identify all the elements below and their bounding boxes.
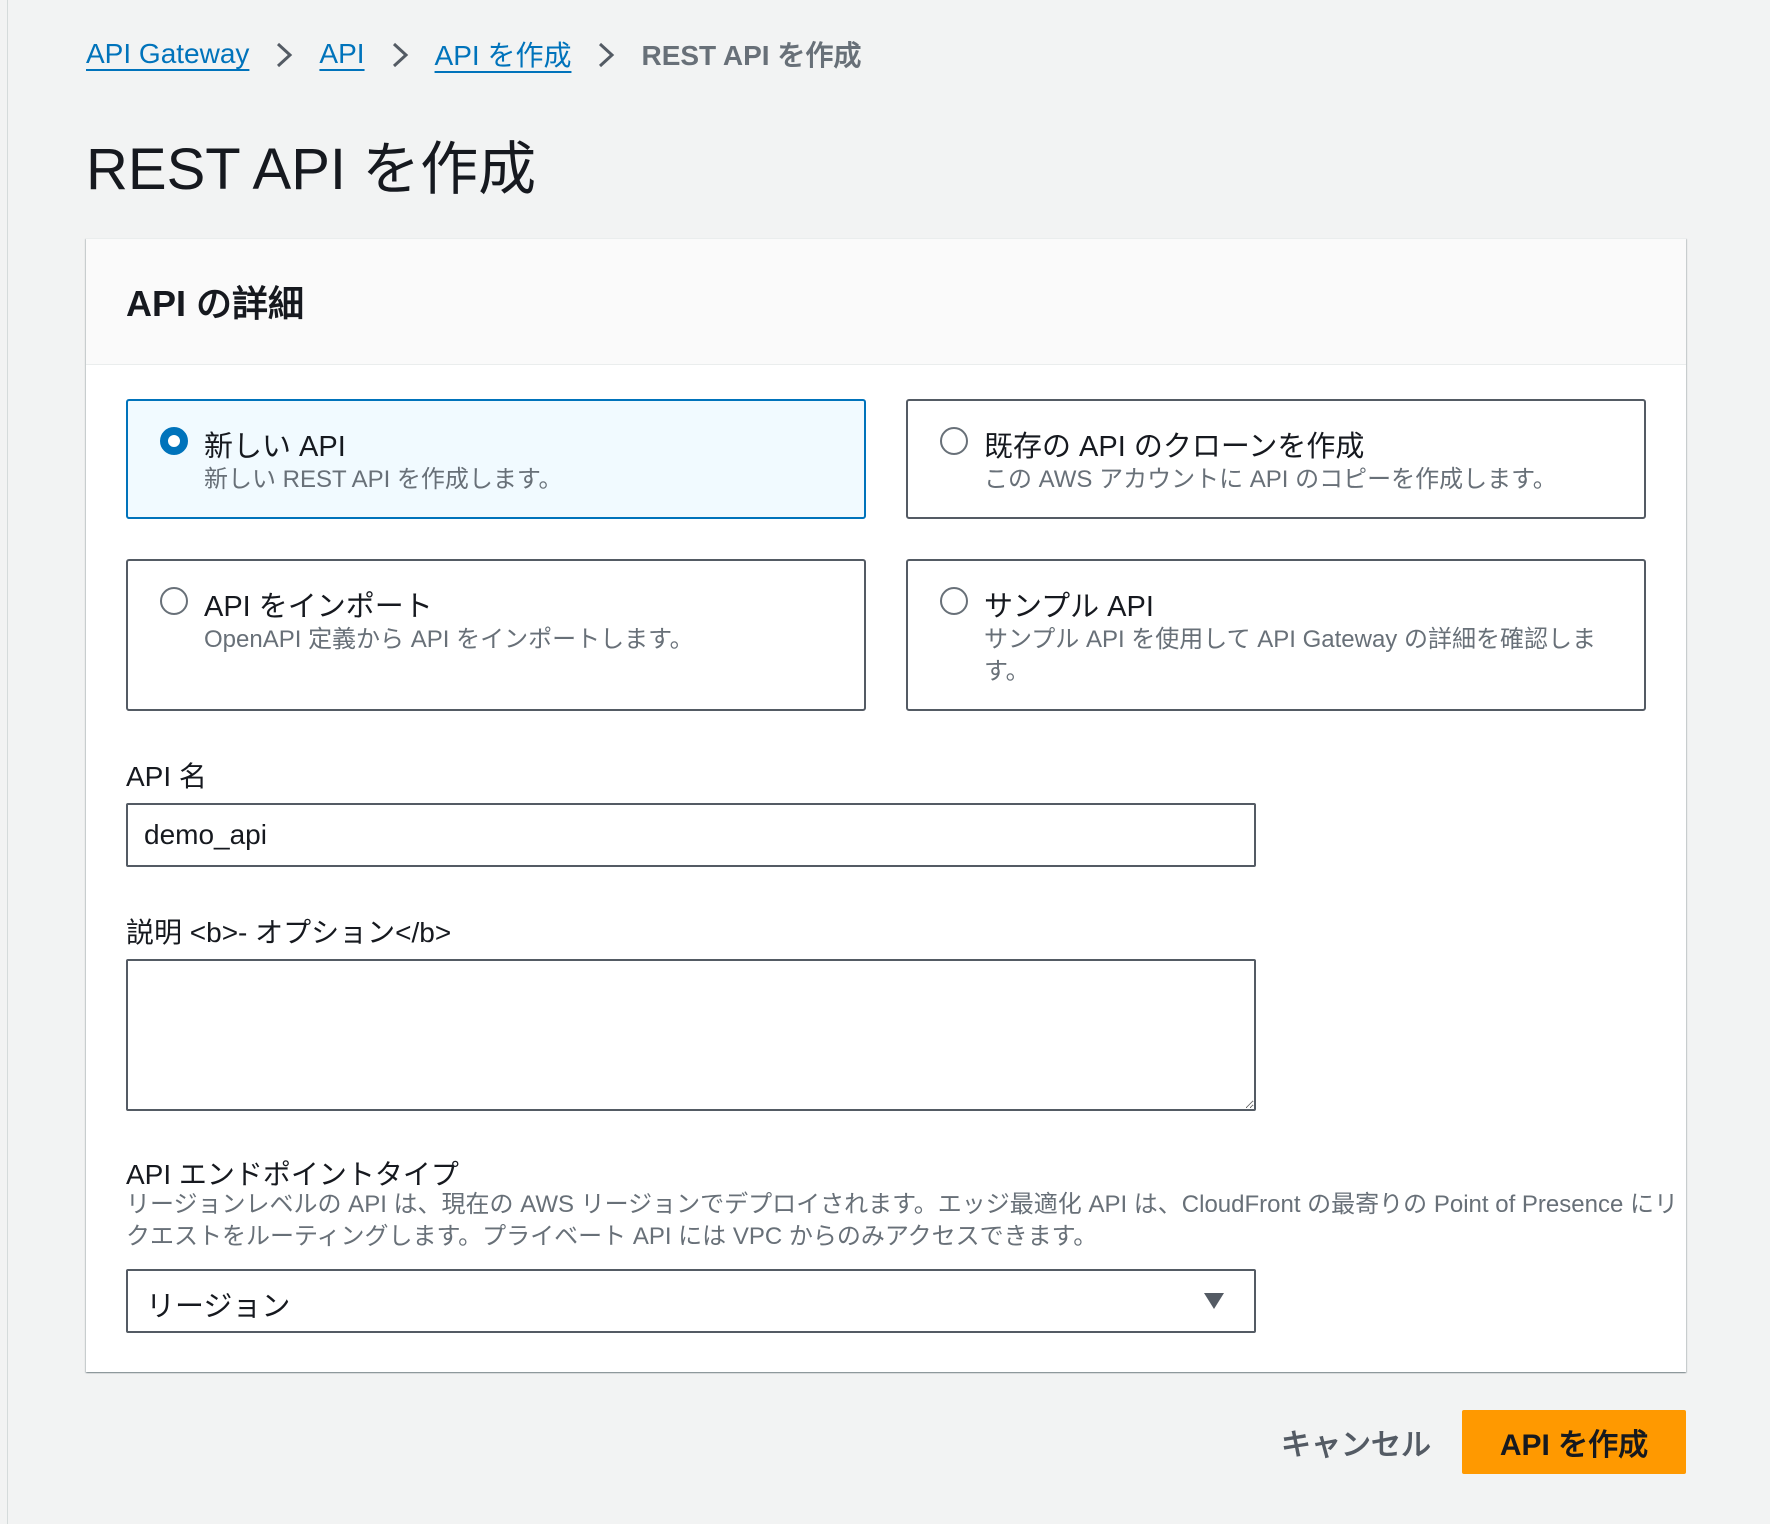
tile-label: 既存の API のクローンを作成	[984, 431, 1365, 463]
endpoint-type-label: API エンドポイントタイプ	[126, 1159, 459, 1190]
chevron-right-icon	[249, 38, 319, 71]
page-title: REST API を作成	[86, 137, 537, 202]
chevron-right-icon	[365, 38, 435, 71]
create-api-button[interactable]: API を作成	[1462, 1410, 1686, 1474]
endpoint-type-help: リージョンレベルの API は、現在の AWS リージョンでデプロイされます。エ…	[126, 1191, 1678, 1250]
panel-title: API の詳細	[126, 283, 305, 324]
caret-down-icon	[1204, 1293, 1224, 1309]
radio-unselected-icon[interactable]	[940, 427, 968, 455]
radio-unselected-icon[interactable]	[160, 587, 188, 615]
api-name-label: API 名	[126, 761, 207, 792]
radio-unselected-icon[interactable]	[940, 587, 968, 615]
breadcrumb-current: REST API を作成	[641, 40, 862, 71]
tile-clone-api[interactable]: 既存の API のクローンを作成 この AWS アカウントに API のコピーを…	[906, 399, 1646, 519]
cancel-button[interactable]: キャンセル	[1256, 1410, 1456, 1474]
tile-description: OpenAPI 定義から API をインポートします。	[204, 626, 694, 653]
panel-header: API の詳細	[86, 239, 1686, 365]
tile-description: サンプル API を使用して API Gateway の詳細を確認します。	[984, 626, 1596, 685]
tile-import-api[interactable]: API をインポート OpenAPI 定義から API をインポートします。	[126, 559, 866, 711]
breadcrumb-api[interactable]: API	[319, 38, 364, 70]
tile-description: この AWS アカウントに API のコピーを作成します。	[984, 466, 1557, 493]
endpoint-type-value: リージョン	[146, 1291, 291, 1323]
tile-label: API をインポート	[204, 591, 433, 623]
tile-label: サンプル API	[984, 591, 1154, 623]
api-name-input[interactable]	[126, 803, 1256, 867]
tile-new-api[interactable]: 新しい API 新しい REST API を作成します。	[126, 399, 866, 519]
endpoint-type-select[interactable]: リージョン	[126, 1269, 1256, 1333]
breadcrumb: API Gateway API API を作成 REST API を作成	[86, 34, 861, 74]
tile-label: 新しい API	[204, 431, 346, 463]
description-label: 説明 <b>- オプション</b>	[126, 917, 452, 948]
tile-sample-api[interactable]: サンプル API サンプル API を使用して API Gateway の詳細を…	[906, 559, 1646, 711]
tile-description: 新しい REST API を作成します。	[204, 466, 563, 493]
breadcrumb-create-api[interactable]: API を作成	[435, 34, 572, 74]
chevron-right-icon	[571, 38, 641, 71]
api-details-panel: API の詳細 新しい API 新しい REST API を作成します。 既存の…	[86, 238, 1686, 1372]
radio-selected-icon[interactable]	[160, 427, 188, 455]
breadcrumb-api-gateway[interactable]: API Gateway	[86, 38, 249, 70]
description-textarea[interactable]	[126, 959, 1256, 1111]
left-border	[0, 0, 8, 1524]
